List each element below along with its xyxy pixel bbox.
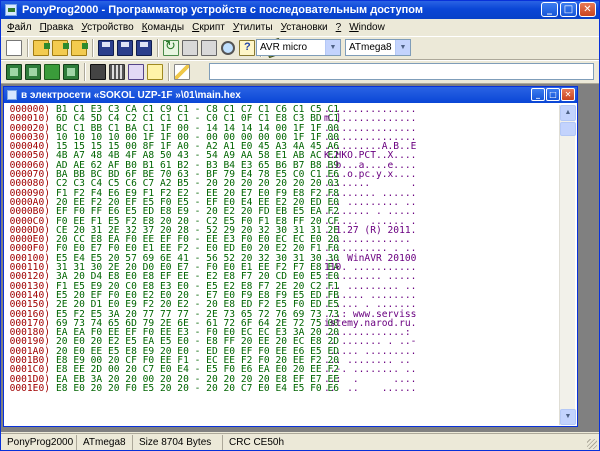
- print-icon[interactable]: [182, 40, 198, 56]
- close-button[interactable]: ✕: [579, 2, 596, 17]
- resize-grip[interactable]: [587, 439, 597, 449]
- menu-bar: Файл Правка Устройство Команды Скрипт Ут…: [1, 19, 599, 36]
- scroll-up-icon[interactable]: ▲: [560, 105, 576, 121]
- menu-device[interactable]: Устройство: [77, 22, 137, 33]
- menu-edit[interactable]: Правка: [36, 22, 78, 33]
- hex-editor-controls: _ □ ✕: [531, 88, 575, 101]
- menu-settings[interactable]: Установки: [277, 22, 332, 33]
- menu-file[interactable]: Файл: [3, 22, 36, 33]
- new-file-icon[interactable]: [6, 40, 22, 56]
- edit-buffer-icon[interactable]: [201, 40, 217, 56]
- minimize-button[interactable]: _: [541, 2, 558, 17]
- vertical-scrollbar[interactable]: ▲ ▼: [559, 105, 576, 425]
- save-program-icon[interactable]: [117, 40, 133, 56]
- toolbar-separator: [27, 39, 29, 57]
- hex-editor-window: в электросети «SOKOL UZP-1F »\01\main.he…: [3, 86, 578, 427]
- window-title: PonyProg2000 - Программатор устройств с …: [22, 4, 424, 16]
- help-icon[interactable]: [239, 40, 255, 56]
- app-icon: [5, 4, 17, 16]
- chevron-down-icon[interactable]: ▼: [325, 40, 340, 55]
- toolbar-separator: [168, 63, 170, 81]
- erase-device-icon[interactable]: [63, 64, 79, 80]
- status-crc: CRC CE50h: [229, 436, 285, 448]
- open-data-file-icon[interactable]: [71, 40, 88, 56]
- status-size: Size 8704 Bytes: [133, 434, 223, 450]
- window-controls: _ □ ✕: [541, 2, 596, 17]
- document-icon: [7, 90, 17, 100]
- menu-script[interactable]: Скрипт: [188, 22, 229, 33]
- hex-editor-title-bar[interactable]: в электросети «SOKOL UZP-1F »\01\main.he…: [4, 87, 577, 103]
- save-icon[interactable]: [98, 40, 114, 56]
- device-type-value: ATmega8: [349, 42, 392, 53]
- maximize-button[interactable]: □: [560, 2, 577, 17]
- security-bits-icon[interactable]: [109, 64, 125, 80]
- menu-utilities[interactable]: Утилиты: [229, 22, 277, 33]
- menu-window[interactable]: Window: [345, 22, 389, 33]
- toolbar-separator: [157, 39, 159, 57]
- serial-number-icon[interactable]: [128, 64, 144, 80]
- device-family-value: AVR micro: [260, 42, 308, 53]
- open-program-file-icon[interactable]: [52, 40, 69, 56]
- status-bar: PonyProg2000 ATmega8 Size 8704 Bytes CRC…: [1, 433, 599, 450]
- hex-bytes[interactable]: E8 E0 20 20 F0 E5 20 20 - 20 20 C7 E0 E4…: [56, 383, 339, 393]
- hex-address: 0001E0): [9, 382, 50, 394]
- reload-icon[interactable]: [163, 39, 179, 56]
- app-window: PonyProg2000 - Программатор устройств с …: [0, 0, 600, 451]
- calibration-icon[interactable]: [147, 64, 163, 80]
- write-device-icon[interactable]: [25, 64, 41, 80]
- edit-note-icon[interactable]: [174, 64, 190, 80]
- status-device: ATmega8: [77, 434, 133, 450]
- title-bar[interactable]: PonyProg2000 - Программатор устройств с …: [1, 1, 599, 19]
- scroll-down-icon[interactable]: ▼: [560, 409, 576, 425]
- chevron-down-icon[interactable]: ▼: [395, 40, 410, 55]
- hex-editor-title: в электросети «SOKOL UZP-1F »\01\main.he…: [21, 89, 241, 101]
- device-type-select[interactable]: ATmega8 ▼: [345, 39, 411, 56]
- scroll-thumb[interactable]: [560, 122, 576, 136]
- toolbar-separator: [84, 63, 86, 81]
- hex-row[interactable]: 0001E0) E8 E0 20 20 F0 E5 20 20 - 20 20 C…: [6, 382, 558, 394]
- hex-ascii[interactable]: .. .. ......: [306, 383, 426, 393]
- menu-help[interactable]: ?: [332, 22, 346, 33]
- status-port: PonyProg2000: [1, 434, 77, 450]
- verify-device-icon[interactable]: [44, 64, 60, 80]
- device-family-select[interactable]: AVR micro ▼: [256, 39, 341, 56]
- hex-dump[interactable]: 000000) B1 C1 E3 C3 CA C1 C9 C1 - C8 C1 C…: [6, 105, 558, 425]
- note-input[interactable]: [209, 63, 594, 80]
- save-data-icon[interactable]: [136, 40, 152, 56]
- toolbar-separator: [92, 39, 94, 57]
- open-file-icon[interactable]: [33, 40, 50, 56]
- program-icon[interactable]: [90, 64, 106, 80]
- child-close-button[interactable]: ✕: [561, 88, 575, 101]
- child-minimize-button[interactable]: _: [531, 88, 545, 101]
- mdi-workspace: в электросети «SOKOL UZP-1F »\01\main.he…: [1, 84, 599, 432]
- zoom-icon[interactable]: [220, 40, 236, 56]
- read-device-icon[interactable]: [6, 64, 22, 80]
- child-maximize-button[interactable]: □: [546, 88, 560, 101]
- menu-commands[interactable]: Команды: [138, 22, 188, 33]
